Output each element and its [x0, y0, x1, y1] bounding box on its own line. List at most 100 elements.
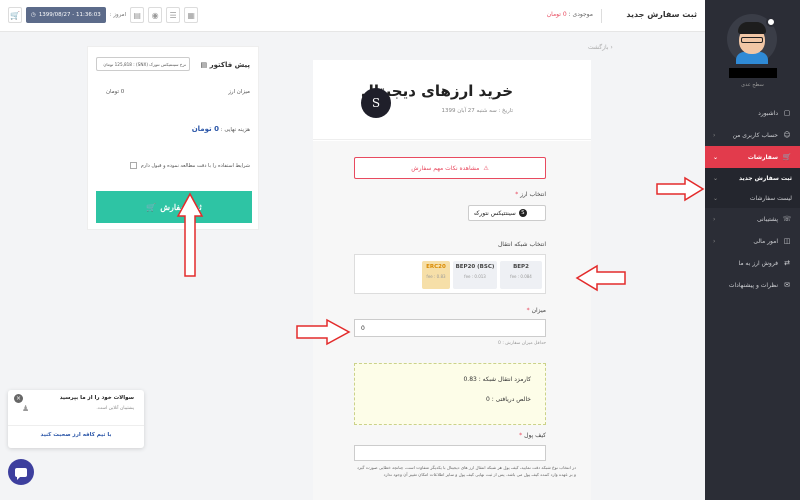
chat-subtitle: پشتیبان آنلاین است.: [96, 406, 134, 411]
arrow-annotation: [176, 192, 204, 277]
redacted-username: [729, 68, 777, 78]
sidebar-item-label: داشبورد: [758, 109, 778, 117]
total-label: هزینه نهایی :: [220, 127, 250, 133]
document-icon[interactable]: ▤: [130, 7, 145, 23]
sidebar: سطح عدی داشبورد ▢ › حساب کاربری من ☺ ⌄ س…: [705, 0, 800, 500]
amount-label: میزان *: [526, 307, 546, 314]
sidebar-item-label: پشتیبانی: [757, 215, 778, 223]
amount-input[interactable]: 0: [354, 319, 546, 337]
status-badge: [766, 17, 776, 27]
chevron-left-icon: ›: [713, 215, 716, 223]
top-bar: ثبت سفارش جدید موجودی : 0 تومان 🛒 ◷ 1399…: [0, 0, 705, 32]
divider: [8, 425, 144, 426]
sidebar-item-support[interactable]: › پشتیبانی ☏: [705, 208, 800, 230]
wallet-label: کیف پول *: [519, 432, 546, 439]
chevron-left-icon: ‹: [608, 44, 613, 51]
money-icon: ◫: [783, 237, 791, 245]
net-receive: خالص دریافتی : 0: [485, 396, 531, 403]
user-icon: ♟: [22, 404, 30, 413]
chevron-down-icon: ⌄: [713, 153, 719, 161]
sidebar-item-account[interactable]: › حساب کاربری من ☺: [705, 124, 800, 146]
chat-title: سوالات خود را از ما بپرسید: [59, 395, 134, 401]
coin-logo-icon: S: [361, 88, 391, 118]
network-label: انتخاب شبکه انتقال: [497, 241, 546, 248]
clock-icon: ◷: [31, 12, 36, 18]
total-value: 0 تومان: [191, 125, 219, 133]
invoice-icon: ▤: [200, 61, 208, 69]
chevron-left-icon: ›: [713, 131, 716, 139]
sidebar-item-feedback[interactable]: نظرات و پیشنهادات ✉: [705, 274, 800, 296]
sidebar-item-sell-to-us[interactable]: فروش ارز به ما ⇄: [705, 252, 800, 274]
balance-value: 0 تومان: [546, 11, 567, 18]
submit-order-button[interactable]: ثبت سفارش 🛒: [96, 191, 252, 223]
transfer-fee: کارمزد انتقال شبکه : 0.83: [463, 376, 531, 383]
sidebar-item-order-list[interactable]: ⌄ لیست سفارشات: [705, 188, 800, 208]
warning-icon: ⚠: [483, 164, 489, 172]
chat-icon[interactable]: ◉: [148, 7, 163, 23]
sidebar-item-label: ثبت سفارش جدید: [739, 174, 792, 182]
sidebar-item-label: فروش ارز به ما: [738, 259, 778, 267]
invoice-title: پیش فاکتور ▤: [200, 61, 250, 69]
sidebar-item-label: سفارشات: [747, 153, 778, 161]
back-link[interactable]: ‹ بازگشت: [588, 44, 613, 51]
basket-icon: 🛒: [146, 202, 157, 212]
close-icon[interactable]: ×: [14, 394, 23, 403]
amount-hint: حداقل میزان سفارش : 0: [498, 341, 546, 346]
list-icon[interactable]: ☰: [166, 7, 181, 23]
cart-icon: 🛒: [782, 153, 792, 161]
currency-select[interactable]: ⌄ S سینتتیکس نتورک: [468, 205, 546, 221]
chat-widget: × سوالات خود را از ما بپرسید پشتیبان آنل…: [8, 390, 144, 448]
chat-launcher-button[interactable]: [8, 459, 34, 485]
chevron-down-icon: ⌄: [713, 194, 719, 202]
balance-label: موجودی :: [568, 11, 593, 18]
sidebar-item-new-order[interactable]: ⌄ ثبت سفارش جدید: [705, 168, 800, 188]
network-fee: fee : 0.084: [510, 274, 532, 279]
network-fee: fee : 0.83: [426, 274, 446, 279]
user-icon: ☺: [783, 131, 791, 139]
exchange-icon: ⇄: [784, 259, 790, 267]
terms-row: شرایط استفاده را با دقت مطالعه نموده و ق…: [129, 162, 250, 169]
card-date: تاریخ : سه شنبه 27 آبان 1399: [441, 108, 513, 114]
order-form-card: خرید ارزهای دیجیتال تاریخ : سه شنبه 27 آ…: [313, 60, 591, 500]
invoice-card: پیش فاکتور ▤ نرخ سینتتیکس نتورک (SNX) : …: [87, 46, 259, 230]
sidebar-item-dashboard[interactable]: داشبورد ▢: [705, 102, 800, 124]
form-body: ⚠ مشاهده نکات مهم سفارش انتخاب ارز * ⌄ S…: [313, 141, 591, 500]
comment-icon: ✉: [784, 281, 790, 289]
arrow-annotation: [656, 176, 705, 202]
network-option-erc20[interactable]: ERC20 fee : 0.83: [422, 261, 450, 289]
sidebar-menu: داشبورد ▢ › حساب کاربری من ☺ ⌄ سفارشات 🛒…: [705, 102, 800, 296]
date-badge: ◷ 1399/08/27 - 11:36:03: [26, 7, 106, 23]
chat-bubble-icon: [15, 467, 27, 480]
network-fee: fee : 0.013: [464, 274, 486, 279]
wallet-input[interactable]: [354, 445, 546, 461]
network-option-bep20[interactable]: BEP20 (BSC) fee : 0.013: [453, 261, 497, 289]
sidebar-item-finance[interactable]: › امور مالی ◫: [705, 230, 800, 252]
coin-icon: S: [518, 209, 527, 217]
arrow-annotation: [575, 264, 626, 292]
chart-icon[interactable]: ▦: [184, 7, 199, 23]
order-summary: کارمزد انتقال شبکه : 0.83 خالص دریافتی :…: [354, 363, 546, 425]
start-chat-link[interactable]: با تیم کافه ارز صحبت کنید: [8, 432, 144, 438]
support-icon: ☏: [782, 215, 792, 223]
chevron-down-icon: ⌄: [713, 174, 719, 182]
sidebar-item-orders[interactable]: ⌄ سفارشات 🛒: [705, 146, 800, 168]
invoice-amount-label: میزان ارز: [228, 89, 250, 95]
invoice-total: هزینه نهایی : 0 تومان: [192, 125, 250, 133]
sidebar-item-label: نظرات و پیشنهادات: [728, 281, 778, 289]
chevron-down-icon: ⌄: [474, 210, 479, 216]
network-option-bep2[interactable]: BEP2 fee : 0.084: [500, 261, 542, 289]
page-title: ثبت سفارش جدید: [626, 10, 697, 19]
network-name: ERC20: [426, 264, 446, 270]
important-notes-button[interactable]: ⚠ مشاهده نکات مهم سفارش: [354, 157, 546, 179]
sidebar-item-label: حساب کاربری من: [732, 131, 778, 139]
terms-checkbox[interactable]: [129, 162, 137, 169]
avatar[interactable]: [727, 14, 777, 64]
network-options: BEP2 fee : 0.084 BEP20 (BSC) fee : 0.013…: [354, 254, 546, 294]
card-header: خرید ارزهای دیجیتال تاریخ : سه شنبه 27 آ…: [313, 60, 591, 140]
network-name: BEP20 (BSC): [455, 264, 495, 270]
wallet-balance: موجودی : 0 تومان: [547, 11, 593, 18]
cart-icon[interactable]: 🛒: [8, 7, 22, 23]
network-name: BEP2: [513, 264, 529, 270]
sidebar-item-label: لیست سفارشات: [749, 194, 792, 202]
rate-select[interactable]: نرخ سینتتیکس نتورک (SNX) : 125,818 تومان: [96, 57, 190, 71]
